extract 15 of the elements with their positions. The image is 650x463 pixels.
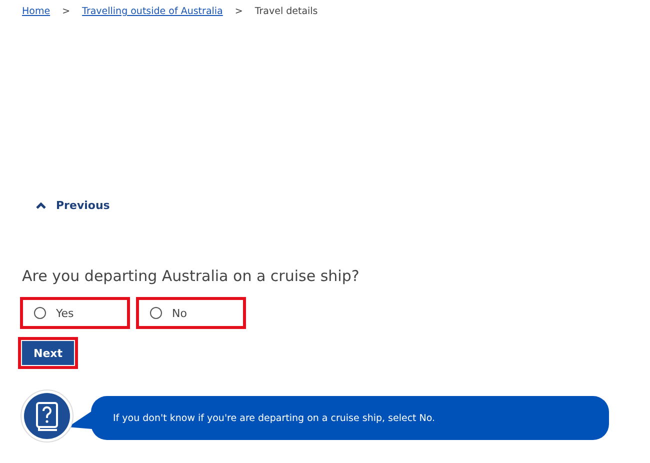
breadcrumb-separator: >	[62, 6, 70, 17]
radio-button[interactable]	[34, 307, 46, 319]
question-text: Are you departing Australia on a cruise ship?	[22, 267, 360, 285]
breadcrumb-link[interactable]: Travelling outside of Australia	[82, 6, 223, 17]
breadcrumb-separator: >	[234, 6, 243, 17]
help-text: If you don't know if you're are departing on a cruise ship, select No.	[113, 412, 436, 424]
radio-option[interactable]: No	[136, 297, 246, 329]
next-button[interactable]: Next	[18, 337, 78, 369]
chevron-up-icon	[36, 202, 46, 209]
breadcrumb-link[interactable]: Home	[22, 6, 50, 17]
previous-link[interactable]: Previous	[36, 199, 110, 212]
help-book-icon	[20, 389, 74, 443]
breadcrumb-current: Travel details	[254, 6, 318, 17]
radio-option[interactable]: Yes	[20, 297, 130, 329]
radio-button[interactable]	[150, 307, 162, 319]
